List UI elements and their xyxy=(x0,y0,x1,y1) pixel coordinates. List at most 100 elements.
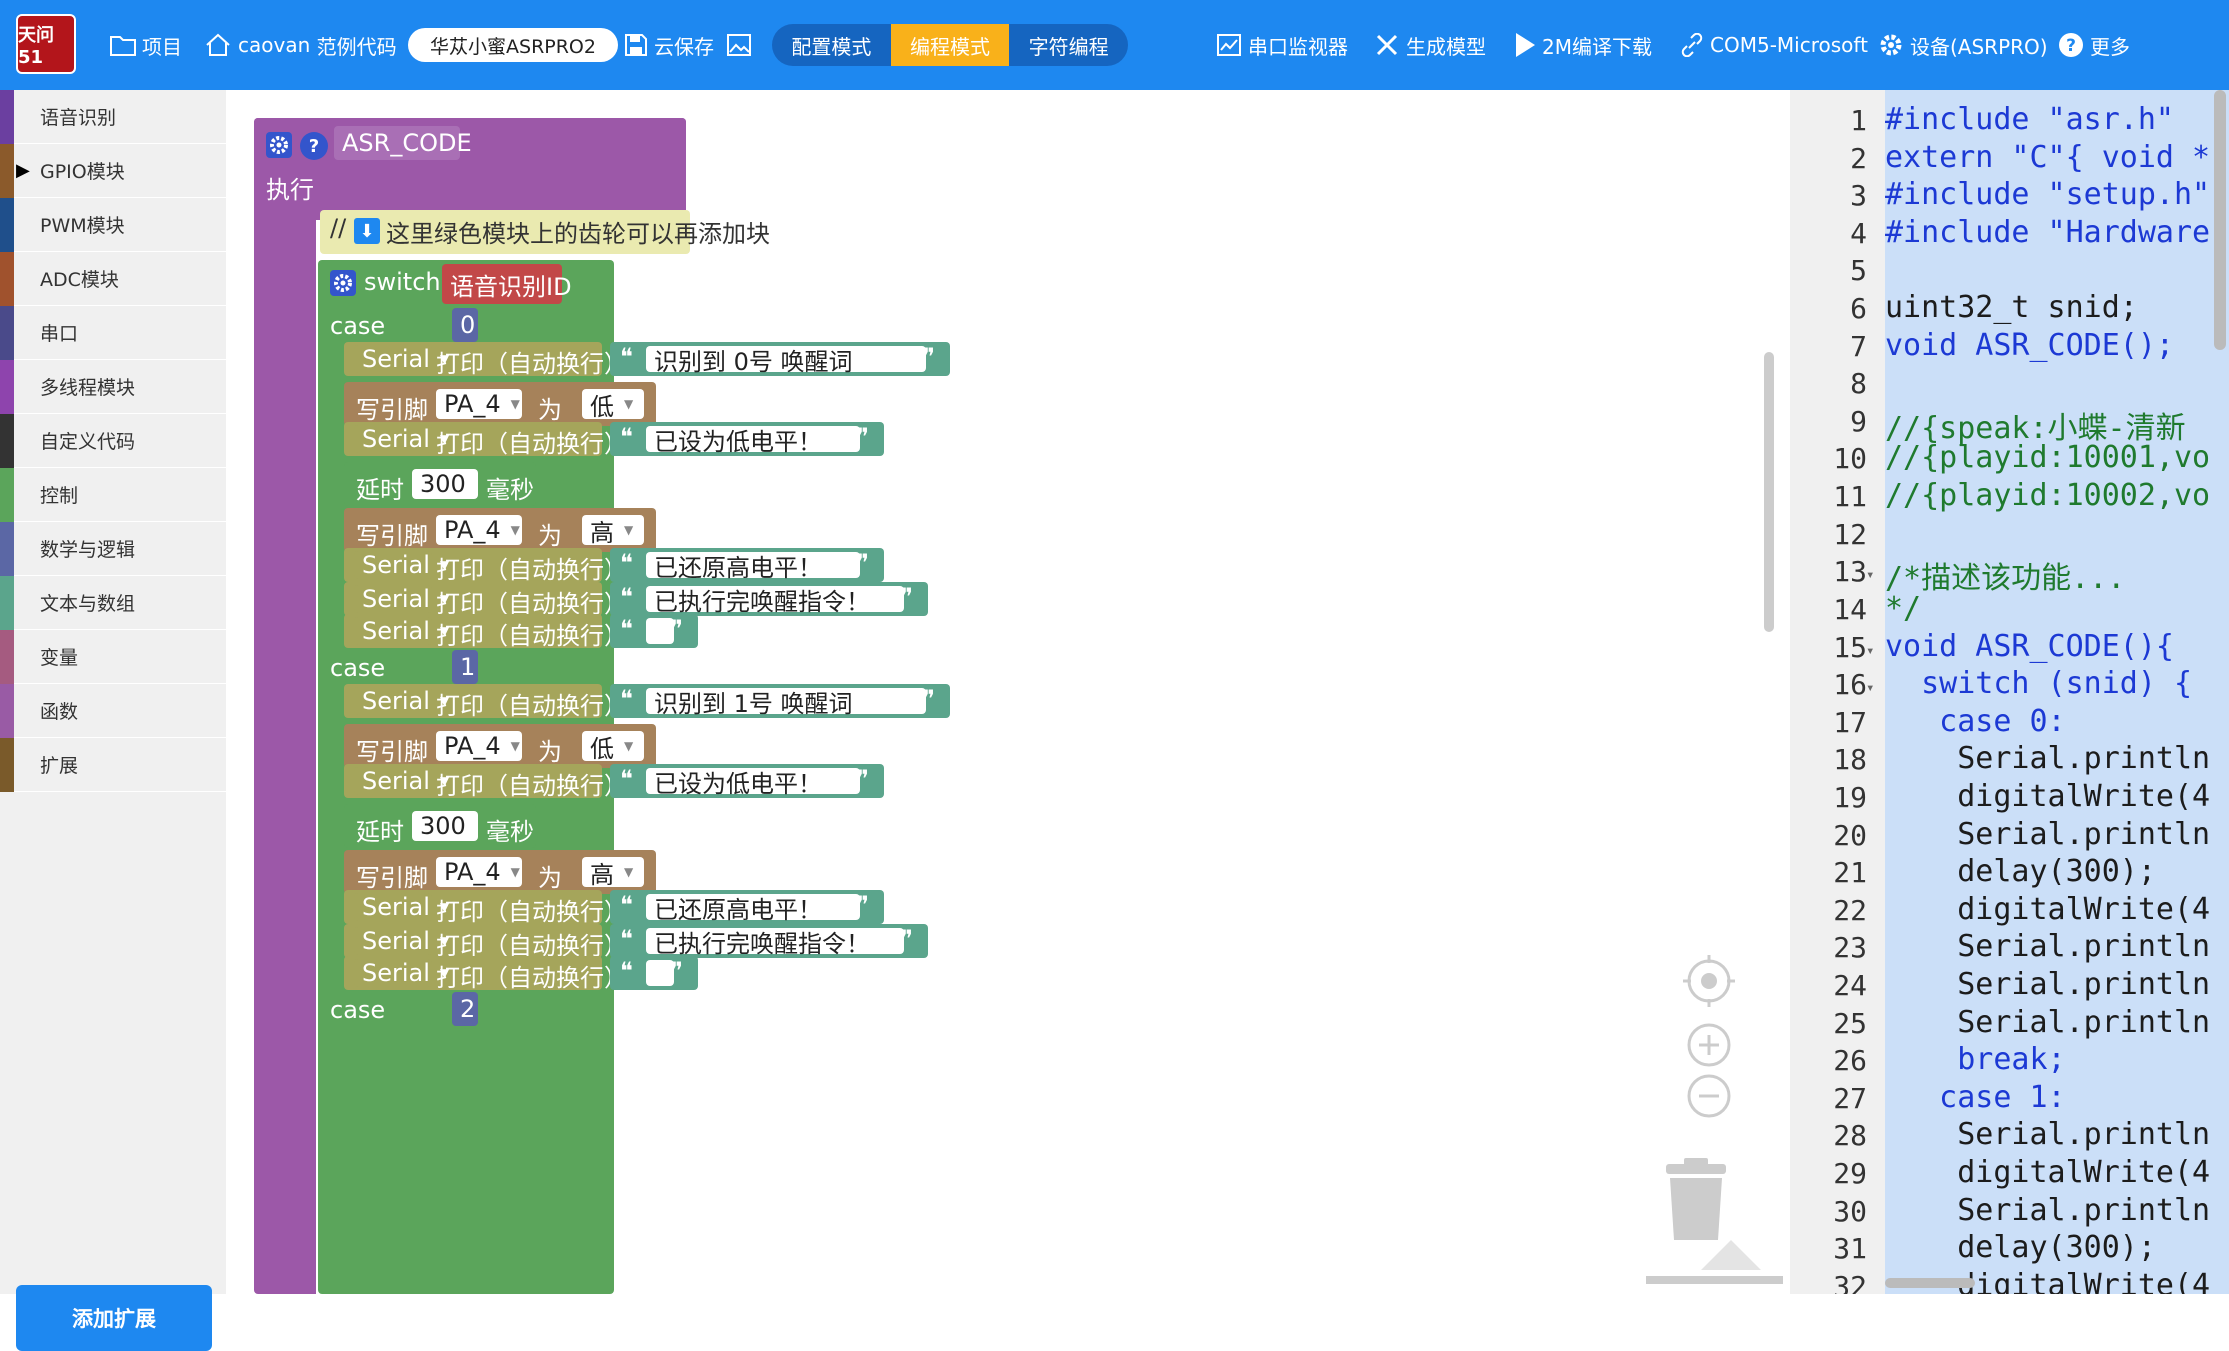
image-button[interactable] xyxy=(726,0,758,90)
code-line: void ASR_CODE(){ xyxy=(1885,628,2174,664)
pin-dropdown[interactable]: PA_4 ▼ xyxy=(436,389,522,419)
trash-icon[interactable] xyxy=(1666,1158,1726,1240)
sidebar-category[interactable]: 串口 xyxy=(0,306,226,360)
tab-config-mode[interactable]: 配置模式 xyxy=(772,24,891,66)
code-editor[interactable]: 1 2 3 4 5 6 7 8 9 10 11 12 13 14 15 16 17 18 19 20 21 22 23 24 2… xyxy=(1790,90,2229,1294)
tab-text-programming[interactable]: 字符编程 xyxy=(1009,24,1128,66)
string-value-field[interactable]: 已设为低电平！ xyxy=(646,768,860,798)
print-label: 打印（自动换行） xyxy=(436,622,628,650)
block-workspace[interactable]: ? ASR_CODE 执行 // ⬇ 这里绿色模块上的齿轮可以再添加块 switch 语音识别… xyxy=(226,90,1783,1294)
case-value-field-text: 2 xyxy=(460,995,476,1023)
serial-dropdown[interactable]: Serial ▼ xyxy=(354,927,449,955)
serial-dropdown[interactable]: Serial ▼ xyxy=(354,425,449,453)
serial-dropdown-text: Serial xyxy=(362,893,430,921)
vertical-scrollbar[interactable] xyxy=(1764,352,1774,632)
mode-switch: 配置模式 编程模式 字符编程 xyxy=(772,24,1128,66)
line-number: 21 xyxy=(1833,856,1867,890)
sidebar-category[interactable]: ▶ GPIO模块 xyxy=(0,144,226,198)
level-dropdown[interactable]: 低 ▼ xyxy=(582,389,644,421)
line-number: 3 xyxy=(1850,179,1867,213)
generate-model-button[interactable]: 生成模型 xyxy=(1374,0,1486,90)
sidebar-category[interactable]: 函数 xyxy=(0,684,226,738)
pin-dropdown[interactable]: PA_4 ▼ xyxy=(436,515,522,545)
fold-arrow-icon[interactable]: ▾ xyxy=(1866,680,1874,696)
serial-dropdown[interactable]: Serial ▼ xyxy=(354,617,449,645)
cloud-save-button[interactable]: 云保存 xyxy=(624,0,714,90)
sidebar-category[interactable]: PWM模块 xyxy=(0,198,226,252)
com-port-button[interactable]: COM5-Microsoft xyxy=(1680,0,1868,90)
sidebar-category[interactable]: 扩展 xyxy=(0,738,226,792)
fold-arrow-icon[interactable]: ▾ xyxy=(1866,567,1874,583)
sidebar-category[interactable]: ADC模块 xyxy=(0,252,226,306)
write-pin-label: 写引脚 xyxy=(356,522,428,550)
sidebar-category[interactable]: 变量 xyxy=(0,630,226,684)
close-quote-icon: ❞ xyxy=(856,423,869,451)
case-value-field[interactable]: 0 xyxy=(452,308,478,342)
scroll-up-icon[interactable] xyxy=(1701,1240,1761,1270)
category-label: GPIO模块 xyxy=(40,161,125,183)
delay-value-field[interactable]: 300 xyxy=(412,811,478,841)
case-value-field[interactable]: 1 xyxy=(452,650,478,684)
category-label: ADC模块 xyxy=(40,269,119,291)
add-extension-button[interactable]: 添加扩展 xyxy=(16,1285,212,1351)
string-value-field[interactable]: 识别到 0号 唤醒词 xyxy=(646,346,926,376)
switch-value-field[interactable]: 语音识别ID xyxy=(442,264,572,304)
serial-dropdown[interactable]: Serial ▼ xyxy=(354,687,449,715)
serial-dropdown[interactable]: Serial ▼ xyxy=(354,959,449,987)
pin-dropdown[interactable]: PA_4 ▼ xyxy=(436,731,522,761)
tab-programming-mode[interactable]: 编程模式 xyxy=(890,24,1010,66)
serial-dropdown[interactable]: Serial ▼ xyxy=(354,551,449,579)
sidebar-category[interactable]: 数学与逻辑 xyxy=(0,522,226,576)
level-dropdown[interactable]: 高 ▼ xyxy=(582,857,644,889)
code-line: uint32_t snid; xyxy=(1885,290,2138,326)
level-dropdown[interactable]: 高 ▼ xyxy=(582,515,644,547)
string-value-field[interactable]: 已设为低电平！ xyxy=(646,426,860,456)
pin-dropdown-text: PA_4 xyxy=(444,858,501,886)
zoom-out-icon[interactable] xyxy=(1687,1074,1731,1118)
sidebar-category[interactable]: 多线程模块 xyxy=(0,360,226,414)
sidebar-category[interactable]: 语音识别 xyxy=(0,90,226,144)
examples-menu[interactable]: caovan 范例代码 xyxy=(204,0,397,90)
string-value-field[interactable]: 已还原高电平！ xyxy=(646,552,860,582)
project-menu[interactable]: 项目 xyxy=(110,0,182,90)
device-button[interactable]: 设备(ASRPRO) xyxy=(1878,0,2048,90)
arrow-down-icon: ⬇ xyxy=(354,218,380,244)
serial-dropdown[interactable]: Serial ▼ xyxy=(354,767,449,795)
pin-dropdown-text: PA_4 xyxy=(444,516,501,544)
category-color-strip xyxy=(0,630,14,684)
string-value-field[interactable]: 已执行完唤醒指令！ xyxy=(646,928,904,958)
string-value-field[interactable]: 识别到 1号 唤醒词 xyxy=(646,688,926,718)
delay-value-field[interactable]: 300 xyxy=(412,469,478,499)
string-value-field[interactable]: 已还原高电平！ xyxy=(646,894,860,924)
more-button[interactable]: ? 更多 xyxy=(2058,0,2130,90)
editor-horizontal-scrollbar[interactable] xyxy=(1885,1278,1975,1288)
serial-dropdown[interactable]: Serial ▼ xyxy=(354,585,449,613)
case-value-field[interactable]: 2 xyxy=(452,992,478,1026)
zoom-in-icon[interactable] xyxy=(1687,1023,1731,1067)
category-color-strip xyxy=(0,414,14,468)
pin-dropdown[interactable]: PA_4 ▼ xyxy=(436,857,522,887)
function-name-field[interactable]: ASR_CODE xyxy=(334,126,472,160)
serial-dropdown[interactable]: Serial ▼ xyxy=(354,893,449,921)
fold-arrow-icon[interactable]: ▾ xyxy=(1866,643,1874,659)
serial-monitor-button[interactable]: 串口监视器 xyxy=(1216,0,1348,90)
code-line: Serial.println xyxy=(1885,967,2211,1002)
sidebar-category[interactable]: 文本与数组 xyxy=(0,576,226,630)
expand-arrow-icon[interactable]: ▶ xyxy=(16,160,30,181)
sidebar-category[interactable]: 自定义代码 xyxy=(0,414,226,468)
compile-download-button[interactable]: 2M编译下载 xyxy=(1514,0,1652,90)
com-label: COM5-Microsoft xyxy=(1710,33,1868,57)
level-dropdown[interactable]: 低 ▼ xyxy=(582,731,644,763)
string-value-field[interactable]: 已执行完唤醒指令！ xyxy=(646,586,904,616)
code-line: //{playid:10002,vo xyxy=(1885,478,2211,514)
editor-vertical-scrollbar[interactable] xyxy=(2214,90,2226,350)
help-icon[interactable]: ? xyxy=(300,132,328,160)
sidebar-category[interactable]: 控制 xyxy=(0,468,226,522)
project-label: 项目 xyxy=(142,34,182,59)
gear-icon[interactable] xyxy=(266,132,292,158)
serial-dropdown-text: Serial xyxy=(362,585,430,613)
serial-dropdown[interactable]: Serial ▼ xyxy=(354,345,449,373)
recenter-icon[interactable] xyxy=(1683,955,1735,1007)
board-selector[interactable]: 华苁小蜜ASRPRO2 xyxy=(408,28,618,62)
gear-icon[interactable] xyxy=(330,270,356,296)
